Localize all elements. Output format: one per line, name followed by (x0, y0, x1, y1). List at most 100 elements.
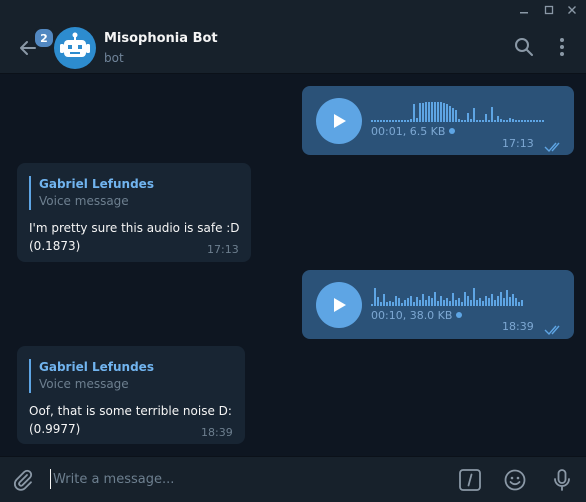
waveform-bar (389, 301, 391, 306)
waveform-bar (488, 298, 490, 306)
waveform-bar (527, 120, 529, 122)
waveform-bar (437, 301, 439, 306)
waveform-bar (506, 120, 508, 122)
waveform-bar (509, 118, 511, 122)
waveform-bar (416, 297, 418, 306)
voice-duration-size: 00:10, 38.0 KB (371, 309, 453, 322)
waveform-bar (485, 114, 487, 122)
message-line: I'm pretty sure this audio is safe :D (29, 221, 240, 235)
message-input[interactable] (50, 469, 433, 489)
chat-title[interactable]: Misophonia Bot (104, 31, 218, 46)
waveform-bar (407, 120, 409, 122)
voice-duration-size: 00:01, 6.5 KB (371, 125, 446, 138)
waveform-bar (464, 292, 466, 306)
waveform-bar (479, 120, 481, 122)
reply-text: Voice message (39, 377, 129, 391)
waveform-bar (458, 298, 460, 306)
chat-subtitle: bot (104, 51, 124, 65)
waveform-bar (524, 120, 526, 122)
waveform-bar (446, 104, 448, 122)
search-icon[interactable] (514, 37, 534, 57)
waveform-bar (512, 294, 514, 306)
waveform-bar (512, 119, 514, 122)
waveform-bar (518, 120, 520, 122)
waveform-bar (533, 120, 535, 122)
waveform-bar (440, 296, 442, 306)
waveform-bar (431, 102, 433, 122)
waveform[interactable] (371, 100, 544, 122)
chat-header: 2 Misophonia Bot bot (0, 20, 586, 74)
waveform-bar (443, 300, 445, 306)
waveform-bar (425, 300, 427, 306)
waveform-bar (494, 300, 496, 306)
waveform-bar (371, 120, 373, 122)
waveform-bar (404, 120, 406, 122)
waveform-bar (443, 103, 445, 122)
waveform-bar (467, 296, 469, 306)
waveform-bar (446, 298, 448, 306)
waveform-bar (455, 110, 457, 122)
window-titlebar (0, 0, 586, 20)
message-time: 17:13 (502, 137, 534, 150)
voice-info: 00:01, 6.5 KB (371, 125, 456, 138)
waveform-bar (434, 292, 436, 306)
waveform-bar (380, 120, 382, 122)
message-composer (0, 456, 586, 502)
waveform-bar (491, 294, 493, 306)
minimize-icon[interactable] (516, 2, 532, 18)
waveform[interactable] (371, 284, 523, 306)
waveform-bar (419, 103, 421, 122)
waveform-bar (425, 102, 427, 122)
double-check-icon (544, 138, 564, 153)
maximize-icon[interactable] (541, 2, 557, 18)
play-icon (334, 298, 346, 312)
waveform-bar (479, 298, 481, 306)
voice-message-outgoing: 00:01, 6.5 KB 17:13 (302, 86, 574, 155)
waveform-bar (395, 296, 397, 306)
reply-author: Gabriel Lefundes (39, 177, 154, 191)
waveform-bar (467, 113, 469, 122)
waveform-bar (500, 292, 502, 306)
waveform-bar (509, 297, 511, 306)
waveform-bar (461, 302, 463, 306)
avatar[interactable] (54, 27, 96, 69)
waveform-bar (449, 106, 451, 122)
double-check-icon (544, 321, 564, 336)
reply-preview[interactable]: Gabriel Lefundes Voice message (29, 176, 154, 210)
message-time: 18:39 (201, 426, 233, 439)
waveform-bar (449, 301, 451, 306)
waveform-bar (521, 120, 523, 122)
unread-badge: 2 (33, 27, 55, 49)
unplayed-dot (456, 312, 463, 318)
waveform-bar (440, 102, 442, 122)
emoji-icon[interactable] (503, 468, 527, 492)
waveform-bar (542, 120, 544, 122)
play-button[interactable] (316, 282, 362, 328)
waveform-bar (434, 102, 436, 122)
text-message-incoming: Gabriel Lefundes Voice message Oof, that… (17, 346, 245, 444)
play-icon (334, 114, 346, 128)
more-vertical-icon[interactable] (552, 37, 572, 57)
bot-command-icon[interactable] (458, 468, 482, 492)
close-icon[interactable] (564, 2, 580, 18)
waveform-bar (437, 102, 439, 122)
reply-preview[interactable]: Gabriel Lefundes Voice message (29, 359, 154, 393)
waveform-bar (422, 294, 424, 306)
play-button[interactable] (316, 98, 362, 144)
waveform-bar (428, 296, 430, 306)
waveform-bar (461, 120, 463, 122)
waveform-bar (473, 288, 475, 306)
waveform-bar (503, 120, 505, 122)
waveform-bar (476, 300, 478, 306)
waveform-bar (428, 102, 430, 122)
microphone-icon[interactable] (550, 468, 574, 492)
waveform-bar (500, 119, 502, 122)
waveform-bar (392, 302, 394, 306)
attach-icon[interactable] (11, 468, 35, 492)
voice-message-outgoing: 00:10, 38.0 KB 18:39 (302, 270, 574, 339)
waveform-bar (377, 297, 379, 306)
waveform-bar (374, 288, 376, 306)
unplayed-dot (449, 128, 456, 134)
waveform-bar (488, 120, 490, 122)
waveform-bar (521, 300, 523, 306)
